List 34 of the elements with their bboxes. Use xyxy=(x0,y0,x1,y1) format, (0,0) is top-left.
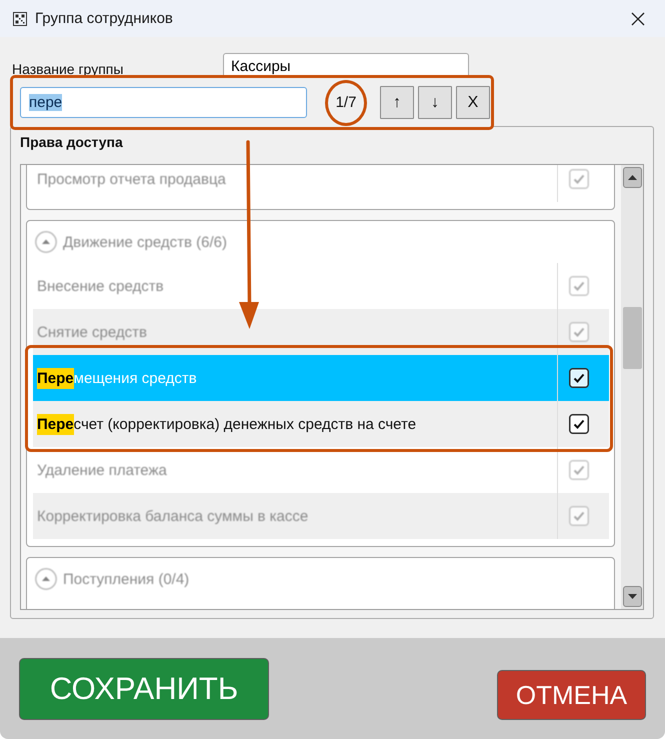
permission-label: Внесение средств xyxy=(37,278,164,294)
group-name-label: Название группы xyxy=(12,61,124,77)
permission-label: Корректировка баланса суммы в кассе xyxy=(37,508,308,524)
permission-label: Просмотр отчета продавца xyxy=(37,170,226,188)
caret-down-icon xyxy=(628,594,636,599)
next-match-button[interactable]: ↓ xyxy=(418,86,452,119)
caret-up-circle-icon[interactable] xyxy=(35,568,57,590)
caret-up-icon xyxy=(628,175,636,180)
window-title: Группа сотрудников xyxy=(35,10,173,27)
search-field[interactable]: пере xyxy=(20,87,307,118)
checkbox[interactable] xyxy=(569,414,589,434)
permission-label: Пересчет (корректировка) денежных средств на счете xyxy=(37,416,416,432)
checkbox[interactable] xyxy=(569,368,589,388)
previous-match-button[interactable]: ↑ xyxy=(380,86,414,119)
close-search-button[interactable]: X xyxy=(456,86,490,119)
squares-grid-icon xyxy=(13,12,27,26)
permissions-title: Права доступа xyxy=(20,133,123,151)
scrollbar[interactable] xyxy=(621,165,643,609)
match-counter: 1/7 xyxy=(336,94,356,111)
permission-row[interactable]: Перемещения средств xyxy=(33,355,609,401)
scrollbar-thumb[interactable] xyxy=(622,307,642,369)
close-icon[interactable] xyxy=(631,12,645,26)
caret-up-circle-icon[interactable] xyxy=(35,231,57,253)
group-title: Поступления (0/4) xyxy=(63,570,190,588)
cancel-button[interactable]: ОТМЕНА xyxy=(497,670,646,720)
permission-label: Удаление платежа xyxy=(37,462,167,478)
save-button[interactable]: СОХРАНИТЬ xyxy=(19,658,269,720)
group-title: Движение средств (6/6) xyxy=(63,234,228,250)
permission-label: Перемещения средств xyxy=(37,370,197,386)
permission-row[interactable]: Пересчет (корректировка) денежных средств на счете xyxy=(33,401,609,447)
scroll-up-button[interactable] xyxy=(622,167,642,188)
group-name-field[interactable]: Кассиры xyxy=(223,53,469,75)
scroll-down-button[interactable] xyxy=(622,586,642,607)
permission-label: Снятие средств xyxy=(37,324,147,340)
